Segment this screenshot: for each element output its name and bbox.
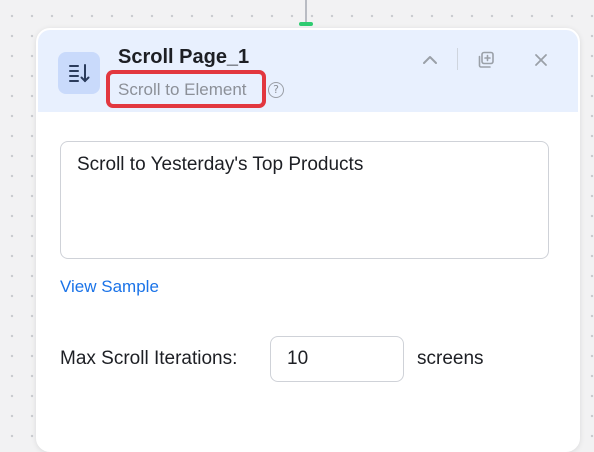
duplicate-icon — [478, 51, 494, 68]
help-icon[interactable]: ? — [268, 82, 284, 98]
collapse-button[interactable] — [418, 48, 442, 72]
duplicate-button[interactable] — [474, 48, 498, 72]
scroll-list-icon — [58, 52, 100, 94]
node-header: Scroll Page_1 Scroll to Element ? — [38, 30, 578, 112]
connector-line — [305, 0, 307, 22]
node-title: Scroll Page_1 — [118, 46, 250, 68]
view-sample-link[interactable]: View Sample — [60, 277, 159, 297]
connector-port[interactable] — [299, 22, 313, 26]
chevron-up-icon — [423, 56, 437, 64]
max-scroll-iterations-label: Max Scroll Iterations: — [60, 348, 238, 369]
target-element-textarea[interactable]: Scroll to Yesterday's Top Products — [60, 141, 549, 259]
highlight-annotation — [106, 70, 266, 108]
max-scroll-iterations-input[interactable]: 10 — [270, 336, 404, 382]
scroll-page-node-card[interactable]: Scroll Page_1 Scroll to Element ? Scroll… — [36, 28, 580, 452]
header-divider — [457, 48, 458, 70]
close-button[interactable] — [529, 48, 553, 72]
iterations-unit-label: screens — [417, 348, 484, 369]
close-icon — [535, 54, 547, 66]
